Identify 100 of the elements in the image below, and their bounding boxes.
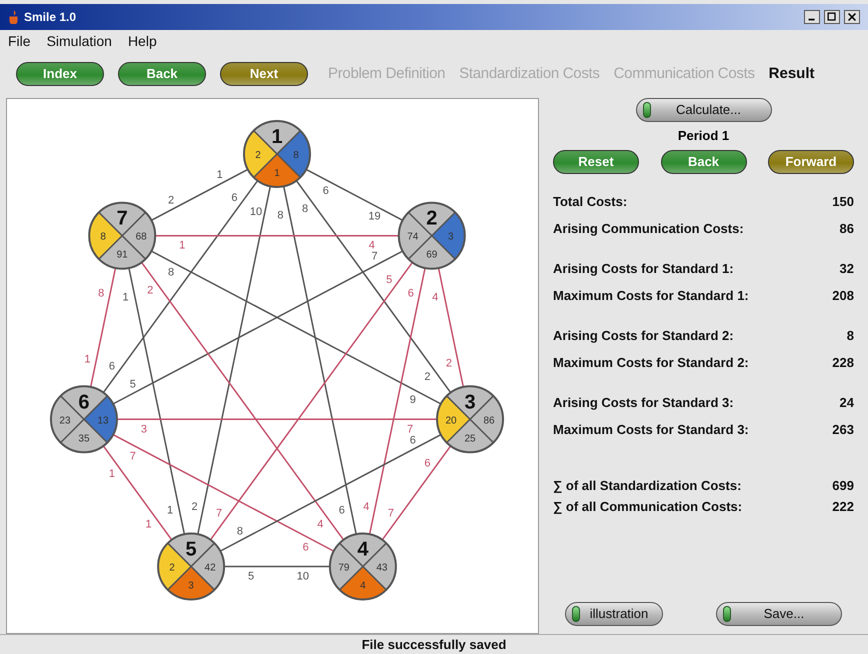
edge-label: 1 bbox=[179, 240, 186, 252]
edge-label: 2 bbox=[168, 194, 174, 207]
edge-label: 4 bbox=[363, 500, 370, 513]
edge-label: 4 bbox=[368, 240, 375, 252]
illustration-button[interactable]: illustration bbox=[565, 602, 663, 626]
node-value: 2 bbox=[255, 150, 261, 161]
edge-label: 10 bbox=[250, 206, 262, 218]
edge-label: 2 bbox=[191, 500, 198, 513]
close-icon[interactable] bbox=[844, 10, 860, 24]
indicator-icon bbox=[723, 606, 731, 622]
edge-label: 1 bbox=[145, 518, 152, 530]
cost-label: Arising Costs for Standard 2: bbox=[553, 326, 734, 345]
menu-item[interactable]: File bbox=[8, 30, 31, 52]
nav-button[interactable]: Back bbox=[118, 62, 206, 86]
edge-label: 7 bbox=[388, 508, 394, 520]
node-number: 7 bbox=[116, 208, 128, 230]
edge-label: 8 bbox=[302, 202, 308, 215]
node-number: 2 bbox=[426, 208, 438, 230]
cost-label: Maximum Costs for Standard 1: bbox=[553, 287, 749, 305]
node-value: 35 bbox=[78, 433, 90, 444]
node-number: 6 bbox=[78, 391, 90, 414]
edge-label: 7 bbox=[406, 423, 414, 436]
edge-label: 5 bbox=[248, 570, 254, 582]
cost-label: ∑ of all Standardization Costs: bbox=[553, 476, 742, 495]
edge-label: 1 bbox=[84, 354, 90, 366]
cost-value: 208 bbox=[832, 287, 854, 305]
node-value: 86 bbox=[483, 415, 495, 426]
node-value: 3 bbox=[188, 580, 194, 592]
nav-button[interactable]: Index bbox=[16, 62, 104, 86]
node-value: 69 bbox=[426, 250, 438, 261]
period-label: Period 1 bbox=[678, 127, 730, 145]
node-value: 79 bbox=[338, 562, 350, 574]
save-button[interactable]: Save... bbox=[716, 602, 842, 626]
node-number: 5 bbox=[186, 538, 197, 560]
cost-label: Arising Communication Costs: bbox=[553, 220, 744, 238]
node-number: 4 bbox=[357, 538, 368, 560]
edge-label: 3 bbox=[140, 423, 148, 436]
edge-label: 2 bbox=[147, 284, 154, 297]
node-value: 68 bbox=[136, 232, 147, 243]
period-button[interactable]: Forward bbox=[768, 150, 854, 174]
node-value: 4 bbox=[360, 580, 366, 592]
period-button[interactable]: Reset bbox=[553, 150, 639, 174]
cost-label: Maximum Costs for Standard 2: bbox=[553, 354, 749, 372]
edge-label: 7 bbox=[130, 450, 136, 462]
node-number: 3 bbox=[464, 391, 476, 414]
node-value: 20 bbox=[445, 415, 457, 426]
edge-label: 7 bbox=[216, 508, 222, 520]
edge-label: 8 bbox=[236, 526, 244, 538]
cup-icon bbox=[8, 10, 20, 24]
step-tab[interactable]: Result bbox=[768, 62, 814, 86]
edge-label: 6 bbox=[108, 360, 116, 372]
edge-label: 1 bbox=[216, 169, 223, 182]
indicator-icon bbox=[642, 102, 650, 118]
cost-value: 8 bbox=[846, 326, 854, 344]
edge-label: 1 bbox=[108, 468, 116, 480]
node-number: 1 bbox=[271, 126, 283, 148]
calculate-button[interactable]: Calculate... bbox=[636, 98, 772, 122]
menu-item[interactable]: Help bbox=[128, 30, 157, 52]
edge-label: 6 bbox=[424, 458, 431, 470]
node-value: 8 bbox=[293, 150, 299, 161]
minimize-icon[interactable] bbox=[804, 10, 820, 24]
nav-button[interactable]: Next bbox=[220, 62, 308, 86]
cost-value: 222 bbox=[832, 498, 854, 516]
edge-label: 10 bbox=[296, 570, 310, 582]
node-value: 25 bbox=[464, 433, 476, 444]
period-button[interactable]: Back bbox=[660, 150, 746, 174]
node-value: 42 bbox=[204, 562, 216, 574]
node-value: 13 bbox=[97, 415, 109, 426]
indicator-icon bbox=[572, 606, 580, 622]
edge-label: 8 bbox=[277, 210, 284, 222]
edge-label: 1 bbox=[166, 504, 174, 517]
node-value: 2 bbox=[169, 562, 175, 574]
edge-label: 2 bbox=[424, 371, 431, 384]
cost-value: 150 bbox=[832, 192, 854, 210]
node-value: 8 bbox=[100, 232, 106, 243]
menu-item[interactable]: Simulation bbox=[46, 30, 112, 52]
edge-label: 8 bbox=[98, 288, 104, 300]
status-bar: File successfully saved bbox=[0, 634, 868, 654]
edge-label: 4 bbox=[317, 518, 324, 530]
cost-value: 32 bbox=[840, 260, 854, 278]
edge-label: 6 bbox=[302, 541, 309, 554]
cost-value: 699 bbox=[832, 476, 854, 494]
edge-label: 2 bbox=[446, 357, 452, 370]
cost-value: 86 bbox=[840, 220, 854, 238]
cost-value: 24 bbox=[840, 394, 854, 412]
edge-label: 6 bbox=[408, 288, 414, 300]
node-value: 91 bbox=[116, 250, 128, 261]
edge-label: 5 bbox=[130, 378, 136, 390]
edge-label: 7 bbox=[371, 250, 378, 263]
node-value: 74 bbox=[407, 232, 418, 243]
edge-label: 6 bbox=[231, 192, 238, 204]
maximize-icon[interactable] bbox=[824, 10, 840, 24]
edge-label: 6 bbox=[338, 504, 345, 517]
cost-label: Total Costs: bbox=[553, 192, 628, 210]
node-value: 43 bbox=[376, 562, 388, 574]
edge-label: 9 bbox=[410, 394, 416, 406]
node-value: 3 bbox=[448, 232, 454, 243]
cost-label: Arising Costs for Standard 1: bbox=[553, 260, 734, 278]
cost-value: 263 bbox=[832, 421, 854, 439]
edge-label: 4 bbox=[432, 291, 438, 304]
